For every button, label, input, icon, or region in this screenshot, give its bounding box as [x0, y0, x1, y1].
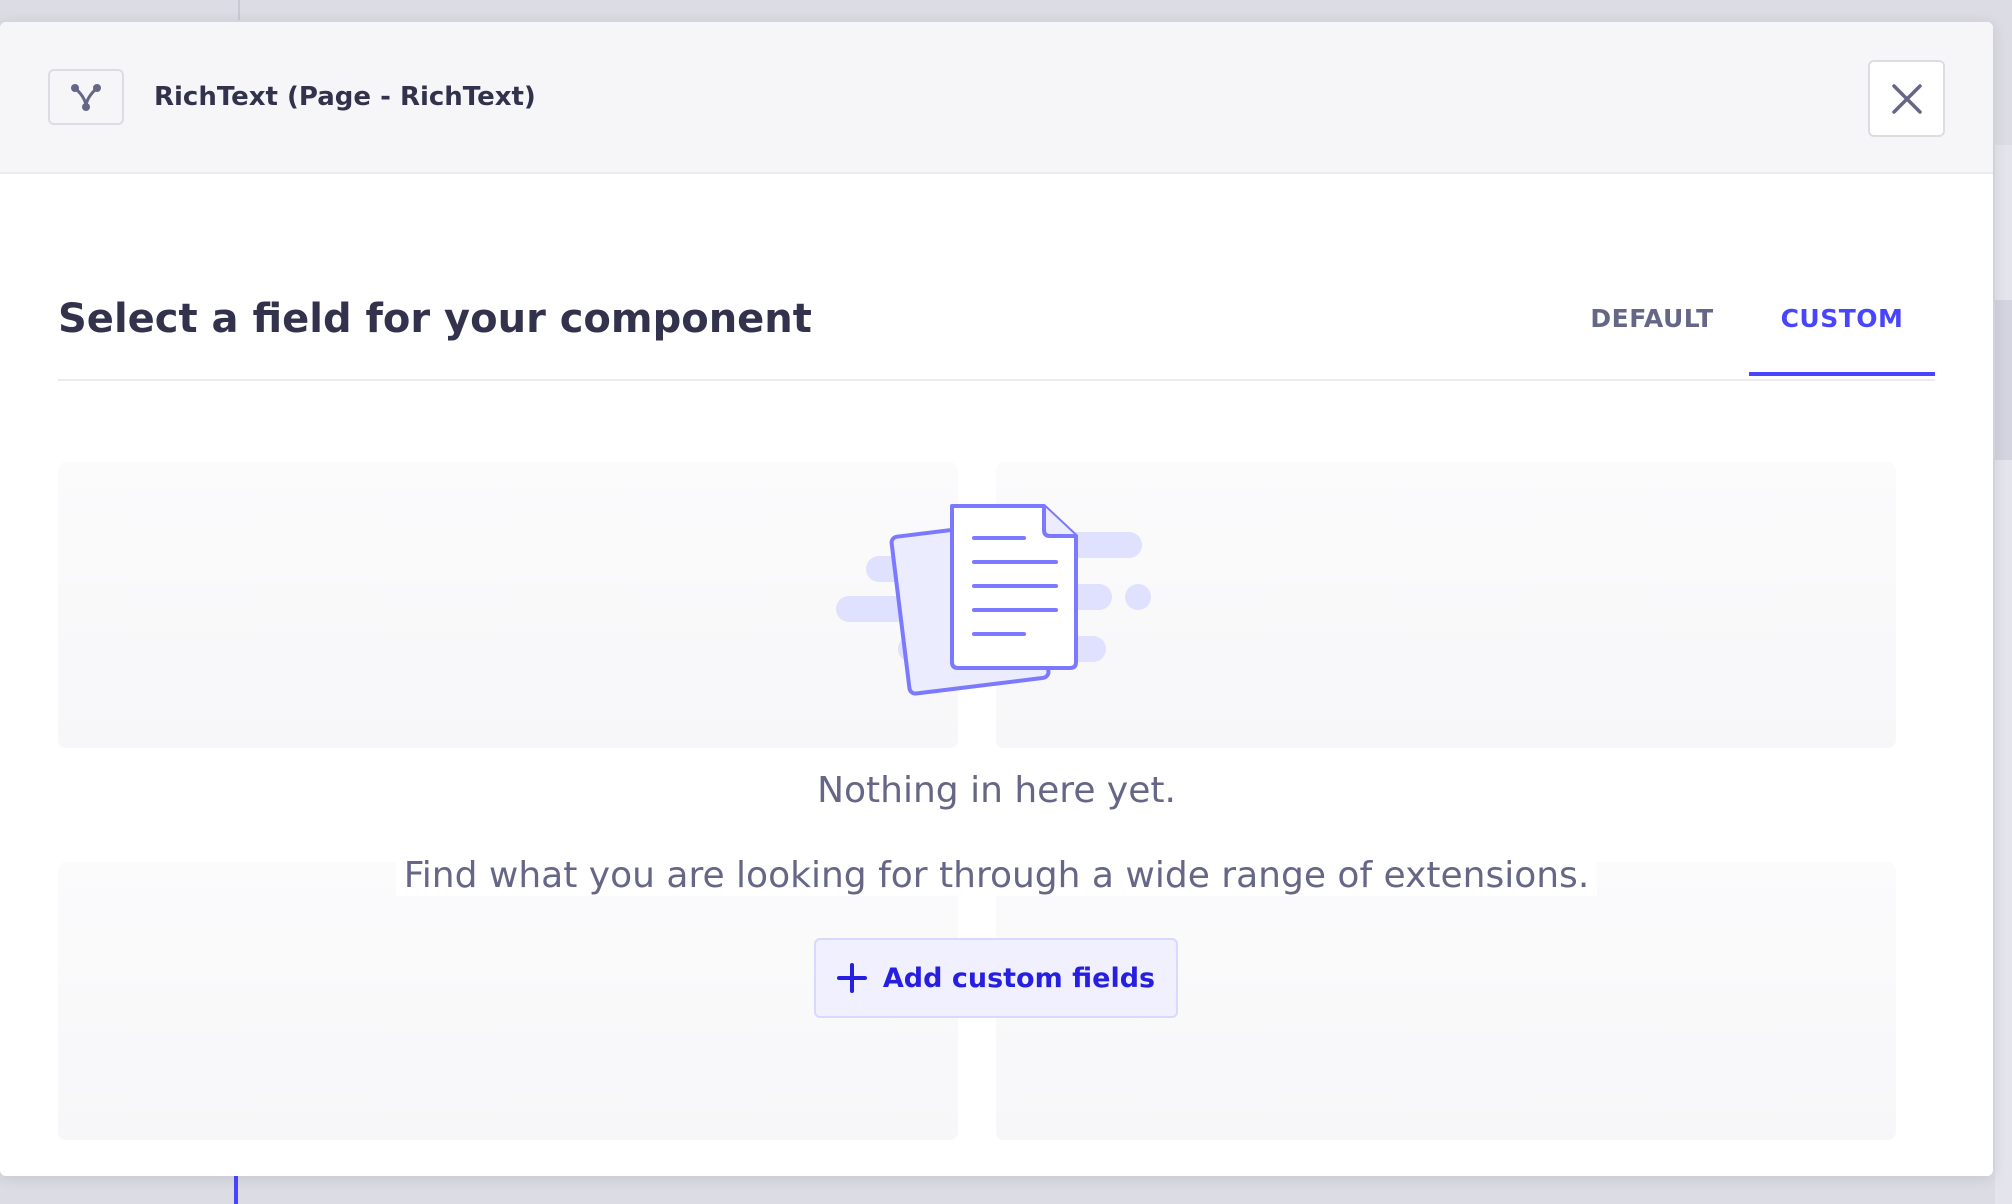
- empty-state-description-text: Find what you are looking for through a …: [395, 855, 1598, 896]
- relation-icon: [71, 84, 101, 111]
- background-panel-block: [1995, 300, 2012, 460]
- field-type-tabs: DEFAULT CUSTOM: [0, 292, 1993, 382]
- modal-header: RichText (Page - RichText): [0, 22, 1993, 174]
- tab-default[interactable]: DEFAULT: [1570, 292, 1734, 380]
- close-button[interactable]: [1868, 60, 1945, 137]
- tab-custom[interactable]: CUSTOM: [1749, 292, 1935, 380]
- component-icon-box: [48, 69, 124, 125]
- empty-state-title: Nothing in here yet.: [0, 767, 1993, 815]
- empty-placeholder-card: [58, 462, 958, 748]
- modal-component-title: RichText (Page - RichText): [154, 82, 536, 112]
- tabs-divider: [58, 379, 1935, 381]
- active-tab-indicator: [1749, 372, 1935, 376]
- background-divider: [238, 0, 240, 20]
- add-custom-fields-label: Add custom fields: [882, 962, 1156, 994]
- background-accent-bar: [234, 1176, 238, 1204]
- plus-icon: [836, 963, 867, 993]
- add-custom-fields-button[interactable]: Add custom fields: [814, 938, 1178, 1018]
- empty-state-description: Find what you are looking for through a …: [0, 852, 1993, 900]
- documents-illustration: [836, 504, 1151, 696]
- empty-state-title-text: Nothing in here yet.: [809, 770, 1184, 811]
- close-icon: [1891, 83, 1922, 114]
- field-selection-modal: RichText (Page - RichText) Select a fiel…: [0, 22, 1993, 1176]
